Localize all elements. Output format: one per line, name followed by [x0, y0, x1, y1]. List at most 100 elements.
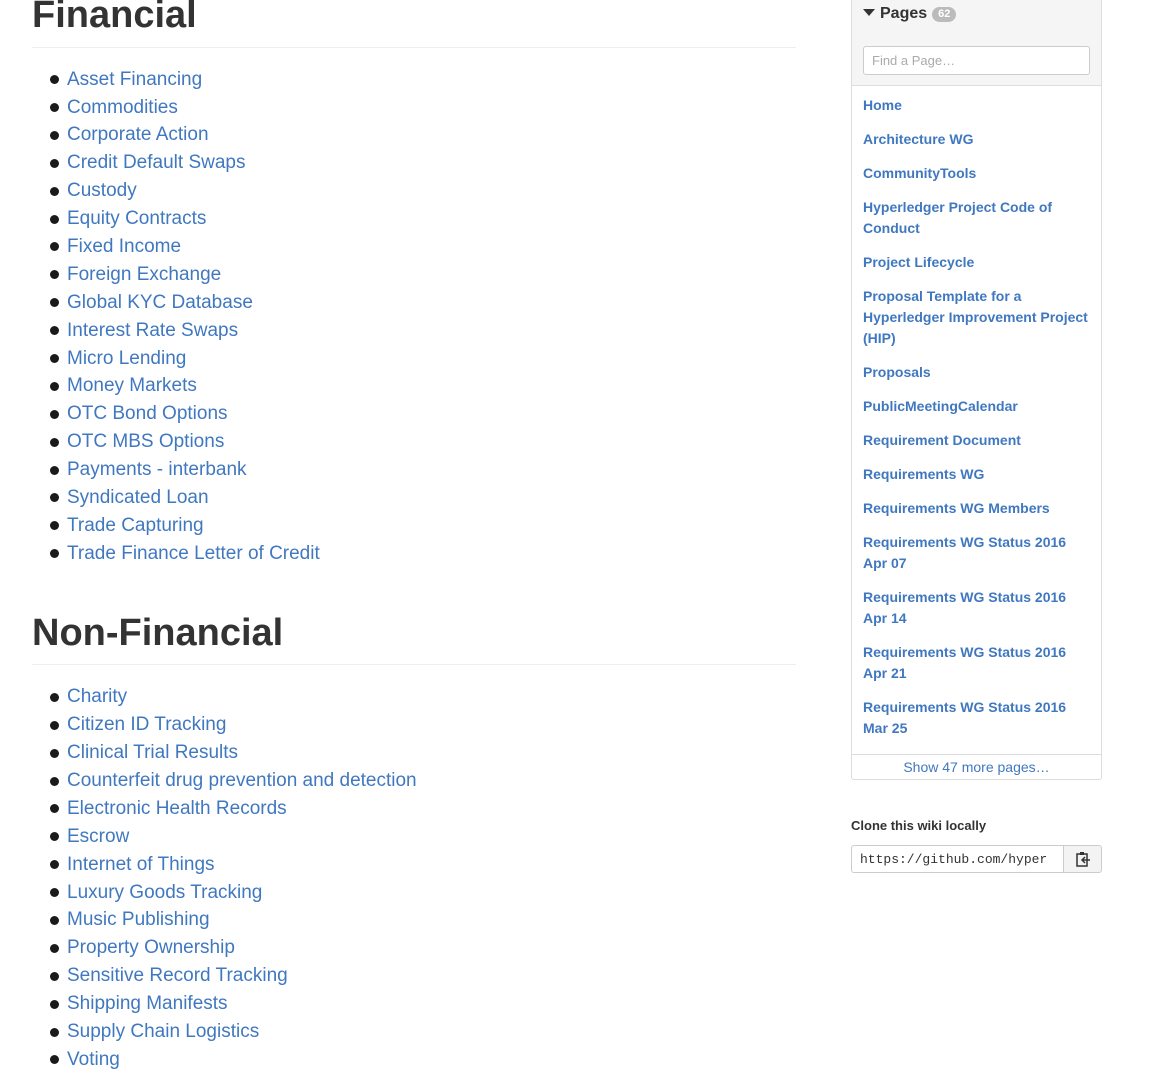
bullet-icon	[50, 521, 59, 531]
use-case-link[interactable]: OTC Bond Options	[67, 403, 228, 425]
use-case-link[interactable]: Money Markets	[67, 375, 197, 397]
use-case-link[interactable]: Global KYC Database	[67, 292, 253, 314]
wiki-page-link[interactable]: Requirements WG Status 2016 Apr 21	[863, 644, 1066, 681]
use-case-link[interactable]: Clinical Trial Results	[67, 742, 238, 764]
use-case-link[interactable]: Sensitive Record Tracking	[67, 965, 288, 987]
use-case-link[interactable]: Commodities	[67, 97, 178, 119]
list-item: Money Markets	[50, 372, 796, 400]
wiki-page-link[interactable]: CommunityTools	[863, 165, 976, 181]
pages-header: Pages 62	[852, 0, 1101, 86]
bullet-icon	[50, 860, 59, 870]
wiki-page-item: Requirements WG Status 2016 Apr 14	[863, 584, 1090, 632]
bullet-icon	[50, 692, 59, 702]
wiki-page-link[interactable]: Architecture WG	[863, 131, 973, 147]
wiki-page-link[interactable]: Hyperledger Project Code of Conduct	[863, 199, 1052, 236]
use-case-link[interactable]: Charity	[67, 686, 127, 708]
clone-url-group	[851, 845, 1102, 873]
wiki-page-link[interactable]: Proposals	[863, 364, 931, 380]
list-item: Equity Contracts	[50, 205, 796, 233]
show-more-pages-link[interactable]: Show 47 more pages…	[852, 754, 1101, 779]
use-case-link[interactable]: Interest Rate Swaps	[67, 320, 238, 342]
section-heading-financial: Financial	[32, 0, 796, 48]
pages-toggle[interactable]: Pages 62	[863, 0, 1090, 28]
non-financial-use-case-list: Charity Citizen ID Tracking Clinical Trial…	[32, 665, 796, 1073]
bullet-icon	[50, 130, 59, 140]
list-item: Foreign Exchange	[50, 261, 796, 289]
list-item: Asset Financing	[50, 66, 796, 94]
list-item: Internet of Things	[50, 851, 796, 879]
bullet-icon	[50, 971, 59, 981]
bullet-icon	[50, 493, 59, 503]
bullet-icon	[50, 999, 59, 1009]
use-case-link[interactable]: Property Ownership	[67, 937, 235, 959]
bullet-icon	[50, 354, 59, 364]
list-item: Voting	[50, 1046, 796, 1074]
bullet-icon	[50, 1055, 59, 1065]
bullet-icon	[50, 804, 59, 814]
list-item: OTC MBS Options	[50, 428, 796, 456]
wiki-page-link[interactable]: Requirements WG Status 2016 Apr 14	[863, 589, 1066, 626]
use-case-link[interactable]: Foreign Exchange	[67, 264, 221, 286]
list-item: Credit Default Swaps	[50, 149, 796, 177]
wiki-page-item: Requirements WG Status 2016 Apr 21	[863, 639, 1090, 687]
use-case-link[interactable]: Citizen ID Tracking	[67, 714, 226, 736]
use-case-link[interactable]: Corporate Action	[67, 124, 209, 146]
list-item: Trade Finance Letter of Credit	[50, 540, 796, 568]
use-case-link[interactable]: Custody	[67, 180, 137, 202]
use-case-link[interactable]: Supply Chain Logistics	[67, 1021, 259, 1043]
clone-url-input[interactable]	[851, 845, 1063, 873]
use-case-link[interactable]: Credit Default Swaps	[67, 152, 245, 174]
list-item: Clinical Trial Results	[50, 739, 796, 767]
list-item: Trade Capturing	[50, 512, 796, 540]
list-item: Global KYC Database	[50, 289, 796, 317]
wiki-page-list: Home Architecture WG CommunityTools Hyperle…	[852, 86, 1101, 754]
wiki-page-link[interactable]: Requirements WG Status 2016 Mar 25	[863, 699, 1066, 736]
wiki-page-link[interactable]: Project Lifecycle	[863, 254, 974, 270]
wiki-page-link[interactable]: Requirements WG Status 2016 Apr 07	[863, 534, 1066, 571]
wiki-page-item: PublicMeetingCalendar	[863, 393, 1090, 420]
list-item: OTC Bond Options	[50, 400, 796, 428]
wiki-page-item: Requirements WG Status 2016 Mar 25	[863, 694, 1090, 742]
use-case-link[interactable]: Payments - interbank	[67, 459, 247, 481]
list-item: Music Publishing	[50, 907, 796, 935]
wiki-page-link[interactable]: Requirements WG	[863, 466, 984, 482]
use-case-link[interactable]: Shipping Manifests	[67, 993, 228, 1015]
bullet-icon	[50, 270, 59, 280]
wiki-page-link[interactable]: Requirements WG Members	[863, 500, 1050, 516]
wiki-page-item: Home	[863, 92, 1090, 119]
main-content: Financial Asset Financing Commodities Corp…	[32, 0, 796, 1074]
list-item: Commodities	[50, 94, 796, 122]
use-case-link[interactable]: Internet of Things	[67, 854, 215, 876]
wiki-page-item: CommunityTools	[863, 160, 1090, 187]
use-case-link[interactable]: Syndicated Loan	[67, 487, 209, 509]
use-case-link[interactable]: Electronic Health Records	[67, 798, 287, 820]
list-item: Electronic Health Records	[50, 795, 796, 823]
wiki-page-link[interactable]: Requirement Document	[863, 432, 1021, 448]
bullet-icon	[50, 326, 59, 336]
wiki-page-link[interactable]: Proposal Template for a Hyperledger Impr…	[863, 288, 1088, 346]
use-case-link[interactable]: Trade Finance Letter of Credit	[67, 543, 320, 565]
use-case-link[interactable]: Fixed Income	[67, 236, 181, 258]
bullet-icon	[50, 409, 59, 419]
use-case-link[interactable]: Micro Lending	[67, 348, 186, 370]
use-case-link[interactable]: Escrow	[67, 826, 129, 848]
bullet-icon	[50, 748, 59, 758]
use-case-link[interactable]: Equity Contracts	[67, 208, 206, 230]
copy-clone-url-button[interactable]	[1063, 845, 1102, 873]
wiki-page-link[interactable]: Home	[863, 97, 902, 113]
wiki-page-item: Requirements WG	[863, 461, 1090, 488]
use-case-link[interactable]: Voting	[67, 1049, 120, 1071]
use-case-link[interactable]: OTC MBS Options	[67, 431, 224, 453]
wiki-page-link[interactable]: PublicMeetingCalendar	[863, 398, 1018, 414]
list-item: Property Ownership	[50, 934, 796, 962]
bullet-icon	[50, 915, 59, 925]
use-case-link[interactable]: Trade Capturing	[67, 515, 204, 537]
use-case-link[interactable]: Music Publishing	[67, 909, 210, 931]
wiki-page-item: Requirement Document	[863, 427, 1090, 454]
pages-box: Pages 62 Home Architecture WG CommunityToo…	[851, 0, 1102, 780]
bullet-icon	[50, 103, 59, 113]
use-case-link[interactable]: Counterfeit drug prevention and detectio…	[67, 770, 417, 792]
find-page-input[interactable]	[863, 46, 1090, 75]
use-case-link[interactable]: Luxury Goods Tracking	[67, 882, 262, 904]
use-case-link[interactable]: Asset Financing	[67, 69, 202, 91]
